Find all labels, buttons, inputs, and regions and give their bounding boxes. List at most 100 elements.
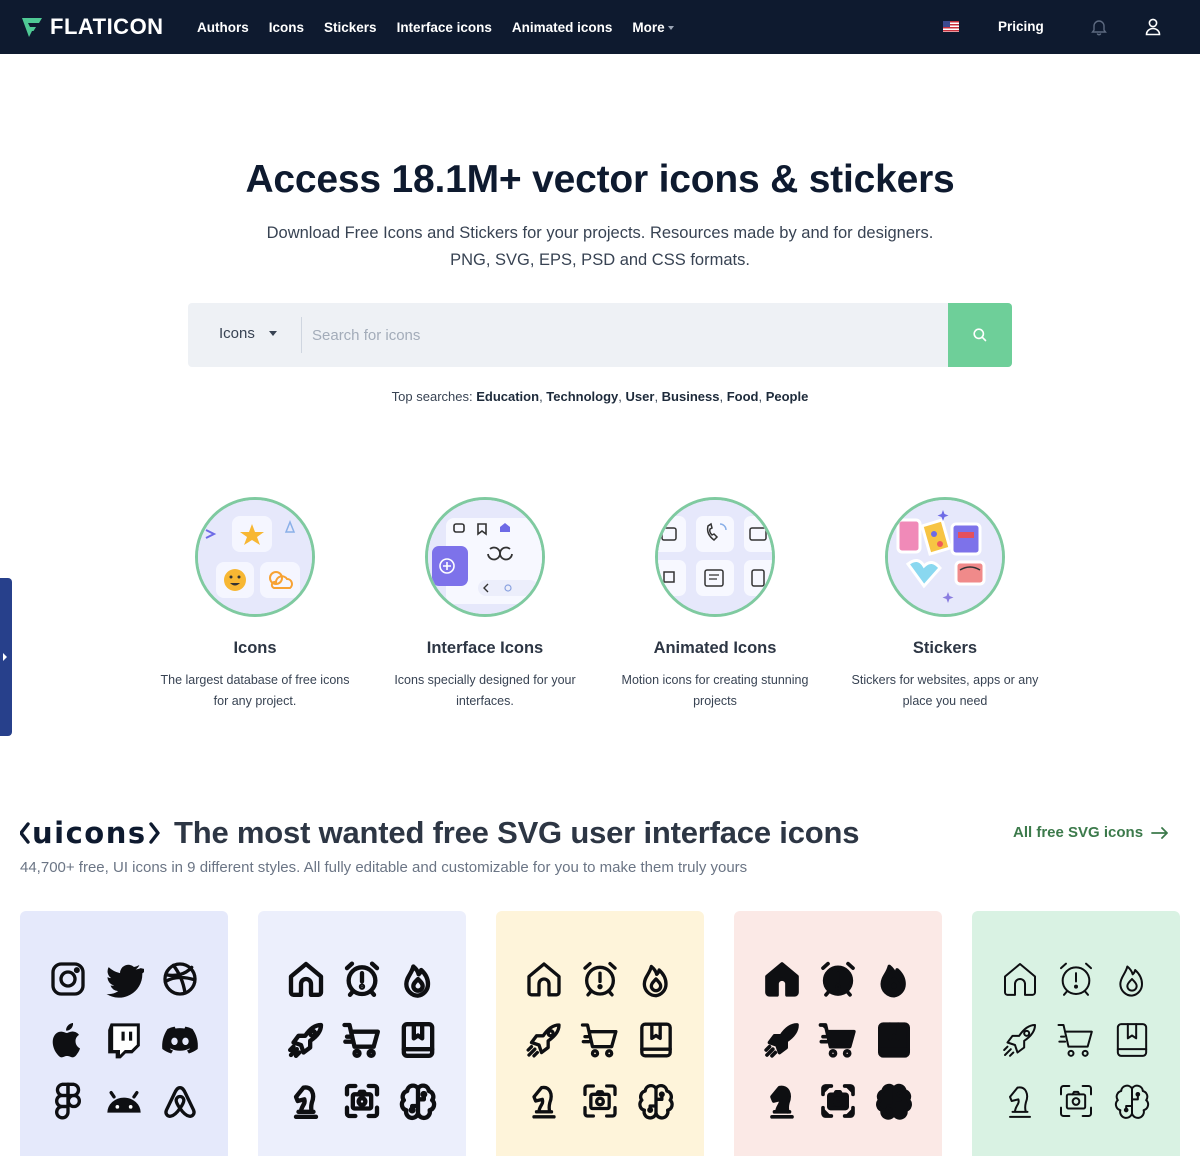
nav-more-label: More — [632, 19, 665, 35]
user-icon[interactable] — [1145, 18, 1161, 36]
cart-icon[interactable] — [342, 1020, 382, 1060]
top-search-link[interactable]: Food — [727, 389, 759, 404]
brain-icon[interactable] — [1112, 1081, 1152, 1121]
apple-icon[interactable] — [48, 1020, 88, 1060]
alarm-icon[interactable] — [1056, 959, 1096, 999]
side-panel-toggle[interactable] — [0, 578, 12, 736]
icon-style-card-thin-rounded[interactable] — [972, 911, 1180, 1156]
category-title: Stickers — [912, 639, 978, 657]
nav-authors[interactable]: Authors — [197, 20, 249, 35]
nav-animated-icons[interactable]: Animated icons — [512, 20, 613, 35]
all-free-svg-icons-link[interactable]: All free SVG icons — [1013, 824, 1169, 841]
category-description: Stickers for websites, apps or any place… — [835, 670, 1055, 712]
cart-icon[interactable] — [818, 1020, 858, 1060]
camera-icon[interactable] — [1056, 1081, 1096, 1121]
hero-subtitle-line-1: Download Free Icons and Stickers for you… — [266, 224, 934, 242]
uicons-title: The most wanted free SVG user interface … — [174, 815, 860, 850]
home-icon[interactable] — [762, 959, 802, 999]
rocket-icon[interactable] — [762, 1020, 802, 1060]
nav-more[interactable]: More — [632, 19, 674, 35]
flaticon-logo[interactable]: FLATICON — [20, 14, 164, 40]
search-bar: Icons — [188, 303, 1012, 367]
rocket-icon[interactable] — [524, 1020, 564, 1060]
home-icon[interactable] — [524, 959, 564, 999]
brain-icon[interactable] — [398, 1081, 438, 1121]
top-search-link[interactable]: People — [766, 389, 809, 404]
top-search-link[interactable]: User — [626, 389, 655, 404]
book-icon[interactable] — [398, 1020, 438, 1060]
camera-icon[interactable] — [580, 1081, 620, 1121]
top-search-link[interactable]: Business — [662, 389, 720, 404]
alarm-icon[interactable] — [580, 959, 620, 999]
icon-grid — [286, 959, 438, 1121]
twitter-icon[interactable] — [104, 959, 147, 999]
chess-knight-icon[interactable] — [286, 1081, 326, 1121]
nav-icons[interactable]: Icons — [269, 20, 304, 35]
icon-style-card-brands[interactable] — [20, 911, 228, 1156]
category-description-line: projects — [693, 694, 737, 708]
uicons-logo[interactable]: uicons — [20, 818, 160, 848]
instagram-icon[interactable] — [48, 959, 88, 999]
uicons-logo-text: uicons — [32, 818, 147, 848]
all-free-svg-icons-label: All free SVG icons — [1013, 824, 1144, 841]
alarm-icon[interactable] — [342, 959, 382, 999]
icon-style-card-bold-rounded[interactable] — [258, 911, 466, 1156]
category-title: Interface Icons — [426, 639, 544, 657]
chess-knight-icon[interactable] — [762, 1081, 802, 1121]
nav-stickers[interactable]: Stickers — [324, 20, 377, 35]
brain-icon[interactable] — [874, 1081, 914, 1121]
icon-grid — [762, 959, 914, 1121]
main-nav: Authors Icons Stickers Interface icons A… — [197, 0, 674, 54]
flame-icon[interactable] — [398, 959, 438, 999]
category-interface-icons-image — [425, 497, 545, 617]
book-icon[interactable] — [1112, 1020, 1152, 1060]
android-icon[interactable] — [104, 1081, 144, 1121]
flame-icon[interactable] — [874, 959, 914, 999]
home-icon[interactable] — [1000, 959, 1040, 999]
search-icon — [973, 328, 987, 342]
search-button[interactable] — [948, 303, 1012, 367]
icon-style-card-solid-rounded[interactable] — [734, 911, 942, 1156]
book-icon[interactable] — [636, 1020, 676, 1060]
icon-grid — [48, 959, 200, 1121]
bell-icon[interactable] — [1090, 18, 1108, 36]
category-interface-icons[interactable]: Interface Icons Icons specially designed… — [375, 497, 595, 712]
airbnb-icon[interactable] — [160, 1081, 200, 1121]
rocket-icon[interactable] — [286, 1020, 326, 1060]
cart-icon[interactable] — [580, 1020, 620, 1060]
discord-icon[interactable] — [160, 1020, 200, 1060]
search-input[interactable] — [312, 319, 932, 351]
book-icon[interactable] — [874, 1020, 914, 1060]
pricing-link[interactable]: Pricing — [998, 19, 1044, 34]
category-icons[interactable]: Icons The largest database of free icons… — [145, 497, 365, 712]
rocket-icon[interactable] — [1000, 1020, 1040, 1060]
figma-icon[interactable] — [48, 1081, 88, 1121]
category-description-line: Stickers for websites, apps or any — [851, 673, 1039, 687]
camera-icon[interactable] — [818, 1081, 858, 1121]
category-description-line: Icons specially designed for your — [394, 673, 576, 687]
top-search-link[interactable]: Education — [476, 389, 539, 404]
us-flag-icon[interactable] — [943, 21, 959, 32]
hero-subtitle: Download Free Icons and Stickers for you… — [200, 220, 1000, 274]
chess-knight-icon[interactable] — [524, 1081, 564, 1121]
home-icon[interactable] — [286, 959, 326, 999]
chess-knight-icon[interactable] — [1000, 1081, 1040, 1121]
category-animated-icons[interactable]: Animated Icons Motion icons for creating… — [605, 497, 825, 712]
flame-icon[interactable] — [636, 959, 676, 999]
flame-icon[interactable] — [1112, 959, 1152, 999]
top-search-link[interactable]: Technology — [546, 389, 618, 404]
search-type-dropdown[interactable]: Icons — [219, 325, 277, 342]
cart-icon[interactable] — [1056, 1020, 1096, 1060]
category-stickers-image — [885, 497, 1005, 617]
nav-interface-icons[interactable]: Interface icons — [397, 20, 492, 35]
dribbble-icon[interactable] — [160, 959, 200, 999]
icon-style-card-regular-rounded[interactable] — [496, 911, 704, 1156]
brain-icon[interactable] — [636, 1081, 676, 1121]
twitch-icon[interactable] — [104, 1020, 144, 1060]
search-divider — [301, 317, 302, 353]
category-stickers[interactable]: Stickers Stickers for websites, apps or … — [835, 497, 1055, 712]
category-description: The largest database of free icons for a… — [145, 670, 365, 712]
hero-subtitle-line-2: PNG, SVG, EPS, PSD and CSS formats. — [450, 251, 750, 269]
alarm-icon[interactable] — [818, 959, 858, 999]
camera-icon[interactable] — [342, 1081, 382, 1121]
